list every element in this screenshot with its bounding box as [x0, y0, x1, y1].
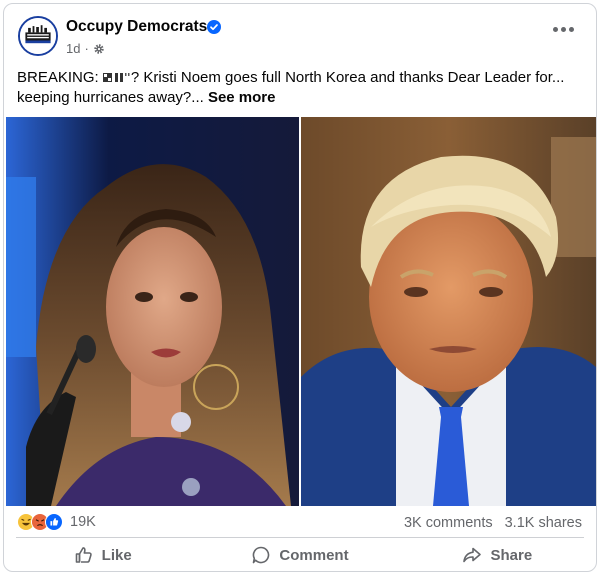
man-portrait-image [301, 117, 596, 506]
thumbs-up-icon [75, 547, 92, 563]
photo-left-woman-at-podium[interactable] [6, 117, 299, 506]
page-name-link[interactable]: Occupy Democrats [66, 18, 207, 36]
see-more-link[interactable]: See more [208, 89, 276, 106]
photo-right-man-portrait[interactable] [301, 117, 596, 506]
comment-button[interactable]: Comment [201, 539, 398, 571]
north-korea-flag-emoji-icon [102, 73, 130, 82]
engagement-counts: 3K comments 3.1K shares [404, 515, 582, 531]
dot [553, 27, 558, 32]
dot [561, 27, 566, 32]
verified-badge-icon [207, 20, 221, 34]
share-arrow-icon [463, 547, 482, 563]
share-button[interactable]: Share [399, 539, 596, 571]
post-timestamp[interactable]: 1d [66, 41, 80, 56]
shares-count-link[interactable]: 3.1K shares [505, 515, 582, 531]
like-label: Like [101, 546, 132, 564]
engagement-stats: 19K 3K comments 3.1K shares [4, 509, 596, 537]
meta-separator: · [84, 41, 89, 56]
like-button[interactable]: Like [4, 539, 201, 571]
post-media[interactable] [6, 117, 596, 506]
actions-divider [16, 537, 584, 538]
woman-portrait-image [6, 117, 299, 506]
page-avatar[interactable] [18, 16, 58, 56]
comments-count-link[interactable]: 3K comments [404, 515, 493, 531]
gear-icon [94, 43, 104, 54]
occupy-democrats-logo [20, 18, 56, 54]
post-meta: 1d · [66, 41, 105, 56]
post-text-prefix: BREAKING: [17, 69, 103, 86]
more-options-button[interactable] [553, 27, 574, 32]
post-card: Occupy Democrats 1d · BREAKING: ? Kristi… [3, 3, 597, 572]
dot [569, 27, 574, 32]
share-label: Share [490, 546, 533, 564]
post-header: Occupy Democrats 1d · [4, 4, 596, 66]
comment-label: Comment [279, 546, 349, 564]
post-text: BREAKING: ? Kristi Noem goes full North … [17, 68, 587, 108]
post-actions-bar: Like Comment Share [4, 539, 596, 571]
comment-bubble-icon [253, 546, 270, 564]
reactions-summary[interactable]: 19K [17, 513, 96, 531]
reaction-count: 19K [70, 514, 96, 530]
like-reaction-icon [45, 513, 63, 531]
